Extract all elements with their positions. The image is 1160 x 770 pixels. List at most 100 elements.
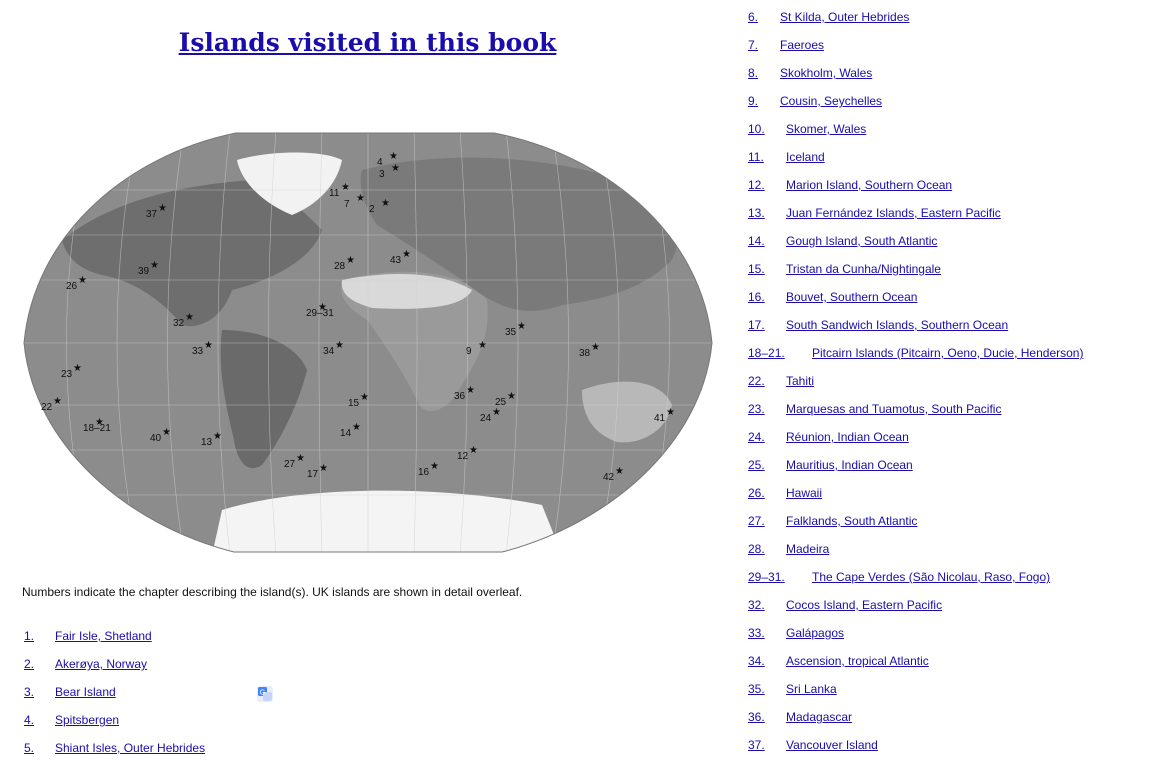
chapter-title: Cousin, Seychelles — [780, 94, 883, 108]
chapter-link[interactable]: 14. Gough Island, South Atlantic — [748, 234, 937, 248]
chapter-link[interactable]: 29–31. The Cape Verdes (São Nicolau, Raso… — [748, 570, 1050, 584]
chapter-number: 28. — [748, 542, 765, 556]
chapter-number: 27. — [748, 514, 765, 528]
island-star-icon: ★ — [389, 151, 398, 162]
island-star-icon: ★ — [517, 321, 526, 332]
world-map: ★4★3★11 ★7 ★2★37★28★43★39★26★29–31★35★32★3… — [23, 132, 713, 553]
map-chapter-label: 33 — [192, 346, 204, 357]
chapter-number: 16. — [748, 290, 765, 304]
chapter-number: 33. — [748, 626, 765, 640]
chapter-link[interactable]: 33. Galápagos — [748, 626, 844, 640]
chapter-title: Cocos Island, Eastern Pacific — [786, 598, 943, 612]
chapter-link[interactable]: 3. Bear Island — [24, 685, 116, 699]
chapter-number: 9. — [748, 94, 759, 108]
chapter-link[interactable]: 11. Iceland — [748, 150, 825, 164]
map-chapter-label: 18–21 — [83, 423, 111, 434]
chapter-link[interactable]: 16. Bouvet, Southern Ocean — [748, 290, 917, 304]
chapter-link[interactable]: 25. Mauritius, Indian Ocean — [748, 458, 913, 472]
chapter-link[interactable]: 37. Vancouver Island — [748, 738, 878, 752]
island-star-icon: ★ — [158, 203, 167, 214]
chapter-number: 6. — [748, 10, 759, 24]
chapter-link[interactable]: 4. Spitsbergen — [24, 713, 119, 727]
chapter-number: 18–21. — [748, 346, 785, 360]
map-chapter-label: 7 — [344, 199, 350, 210]
map-chapter-label: 14 — [340, 428, 352, 439]
chapter-link[interactable]: 13. Juan Fernández Islands, Eastern Pacif… — [748, 206, 1001, 220]
island-star-icon: ★ — [492, 407, 501, 418]
chapter-link[interactable]: 28. Madeira — [748, 542, 829, 556]
chapter-link[interactable]: 26. Hawaii — [748, 486, 822, 500]
chapter-number: 37. — [748, 738, 765, 752]
chapter-link[interactable]: 9. Cousin, Seychelles — [748, 94, 882, 108]
chapter-link[interactable]: 18–21. Pitcairn Islands (Pitcairn, Oeno, … — [748, 346, 1083, 360]
chapter-link[interactable]: 35. Sri Lanka — [748, 682, 837, 696]
chapter-number: 36. — [748, 710, 765, 724]
island-star-icon: ★ — [346, 255, 355, 266]
chapter-title: Juan Fernández Islands, Eastern Pacific — [786, 206, 1001, 220]
map-chapter-label: 26 — [66, 281, 78, 292]
chapter-link[interactable]: 10. Skomer, Wales — [748, 122, 866, 136]
chapter-link[interactable]: 22. Tahiti — [748, 374, 814, 388]
island-star-icon: ★ — [507, 391, 516, 402]
map-chapter-label: 41 — [654, 413, 666, 424]
island-star-icon: ★ — [615, 466, 624, 477]
chapter-number: 8. — [748, 66, 759, 80]
chapter-link[interactable]: 12. Marion Island, Southern Ocean — [748, 178, 952, 192]
map-chapter-label: 38 — [579, 348, 591, 359]
island-star-icon: ★ — [352, 422, 361, 433]
chapter-title: Akerøya, Norway — [55, 657, 148, 671]
chapter-title: Ascension, tropical Atlantic — [786, 654, 929, 668]
chapter-number: 1. — [24, 629, 35, 643]
map-chapter-label: 17 — [307, 469, 319, 480]
map-chapter-label: 29–31 — [306, 308, 334, 319]
map-chapter-label: 36 — [454, 391, 466, 402]
island-star-icon: ★ — [204, 340, 213, 351]
chapter-title: Skokholm, Wales — [780, 66, 873, 80]
chapter-number: 35. — [748, 682, 765, 696]
chapter-number: 32. — [748, 598, 765, 612]
chapter-link[interactable]: 2. Akerøya, Norway — [24, 657, 147, 671]
map-chapter-label: 2 — [369, 204, 375, 215]
island-star-icon: ★ — [356, 193, 365, 204]
chapter-link[interactable]: 8. Skokholm, Wales — [748, 66, 872, 80]
chapter-number: 15. — [748, 262, 765, 276]
chapter-title: Bouvet, Southern Ocean — [786, 290, 918, 304]
chapter-number: 22. — [748, 374, 765, 388]
chapter-number: 14. — [748, 234, 765, 248]
chapter-link[interactable]: 34. Ascension, tropical Atlantic — [748, 654, 929, 668]
chapter-link[interactable]: 15. Tristan da Cunha/Nightingale — [748, 262, 941, 276]
island-star-icon: ★ — [341, 182, 350, 193]
map-chapter-label: 37 — [146, 209, 158, 220]
map-chapter-label: 4 — [377, 157, 383, 168]
translate-icon[interactable]: G — [257, 686, 273, 702]
chapter-title: Galápagos — [786, 626, 845, 640]
chapter-number: 24. — [748, 430, 765, 444]
island-star-icon: ★ — [430, 461, 439, 472]
island-star-icon: ★ — [478, 340, 487, 351]
map-caption: Numbers indicate the chapter describing … — [22, 585, 523, 599]
chapter-link[interactable]: 1. Fair Isle, Shetland — [24, 629, 152, 643]
chapter-link[interactable]: 32. Cocos Island, Eastern Pacific — [748, 598, 942, 612]
island-star-icon: ★ — [150, 260, 159, 271]
island-star-icon: ★ — [666, 407, 675, 418]
map-chapter-label: 27 — [284, 459, 296, 470]
chapter-link[interactable]: 6. St Kilda, Outer Hebrides — [748, 10, 909, 24]
island-star-icon: ★ — [319, 463, 328, 474]
island-star-icon: ★ — [185, 312, 194, 323]
island-star-icon: ★ — [73, 363, 82, 374]
chapter-link[interactable]: 24. Réunion, Indian Ocean — [748, 430, 909, 444]
chapter-link[interactable]: 5. Shiant Isles, Outer Hebrides — [24, 741, 205, 755]
chapter-link[interactable]: 36. Madagascar — [748, 710, 852, 724]
island-star-icon: ★ — [53, 396, 62, 407]
page-title[interactable]: Islands visited in this book — [0, 28, 735, 57]
island-star-icon: ★ — [466, 385, 475, 396]
map-chapter-label: 3 — [379, 169, 385, 180]
island-star-icon: ★ — [381, 198, 390, 209]
chapter-title: Gough Island, South Atlantic — [786, 234, 938, 248]
chapter-link[interactable]: 23. Marquesas and Tuamotus, South Pacific — [748, 402, 1001, 416]
map-chapter-label: 43 — [390, 255, 402, 266]
chapter-link[interactable]: 7. Faeroes — [748, 38, 824, 52]
chapter-link[interactable]: 17. South Sandwich Islands, Southern Ocea… — [748, 318, 1008, 332]
island-star-icon: ★ — [335, 340, 344, 351]
chapter-link[interactable]: 27. Falklands, South Atlantic — [748, 514, 917, 528]
